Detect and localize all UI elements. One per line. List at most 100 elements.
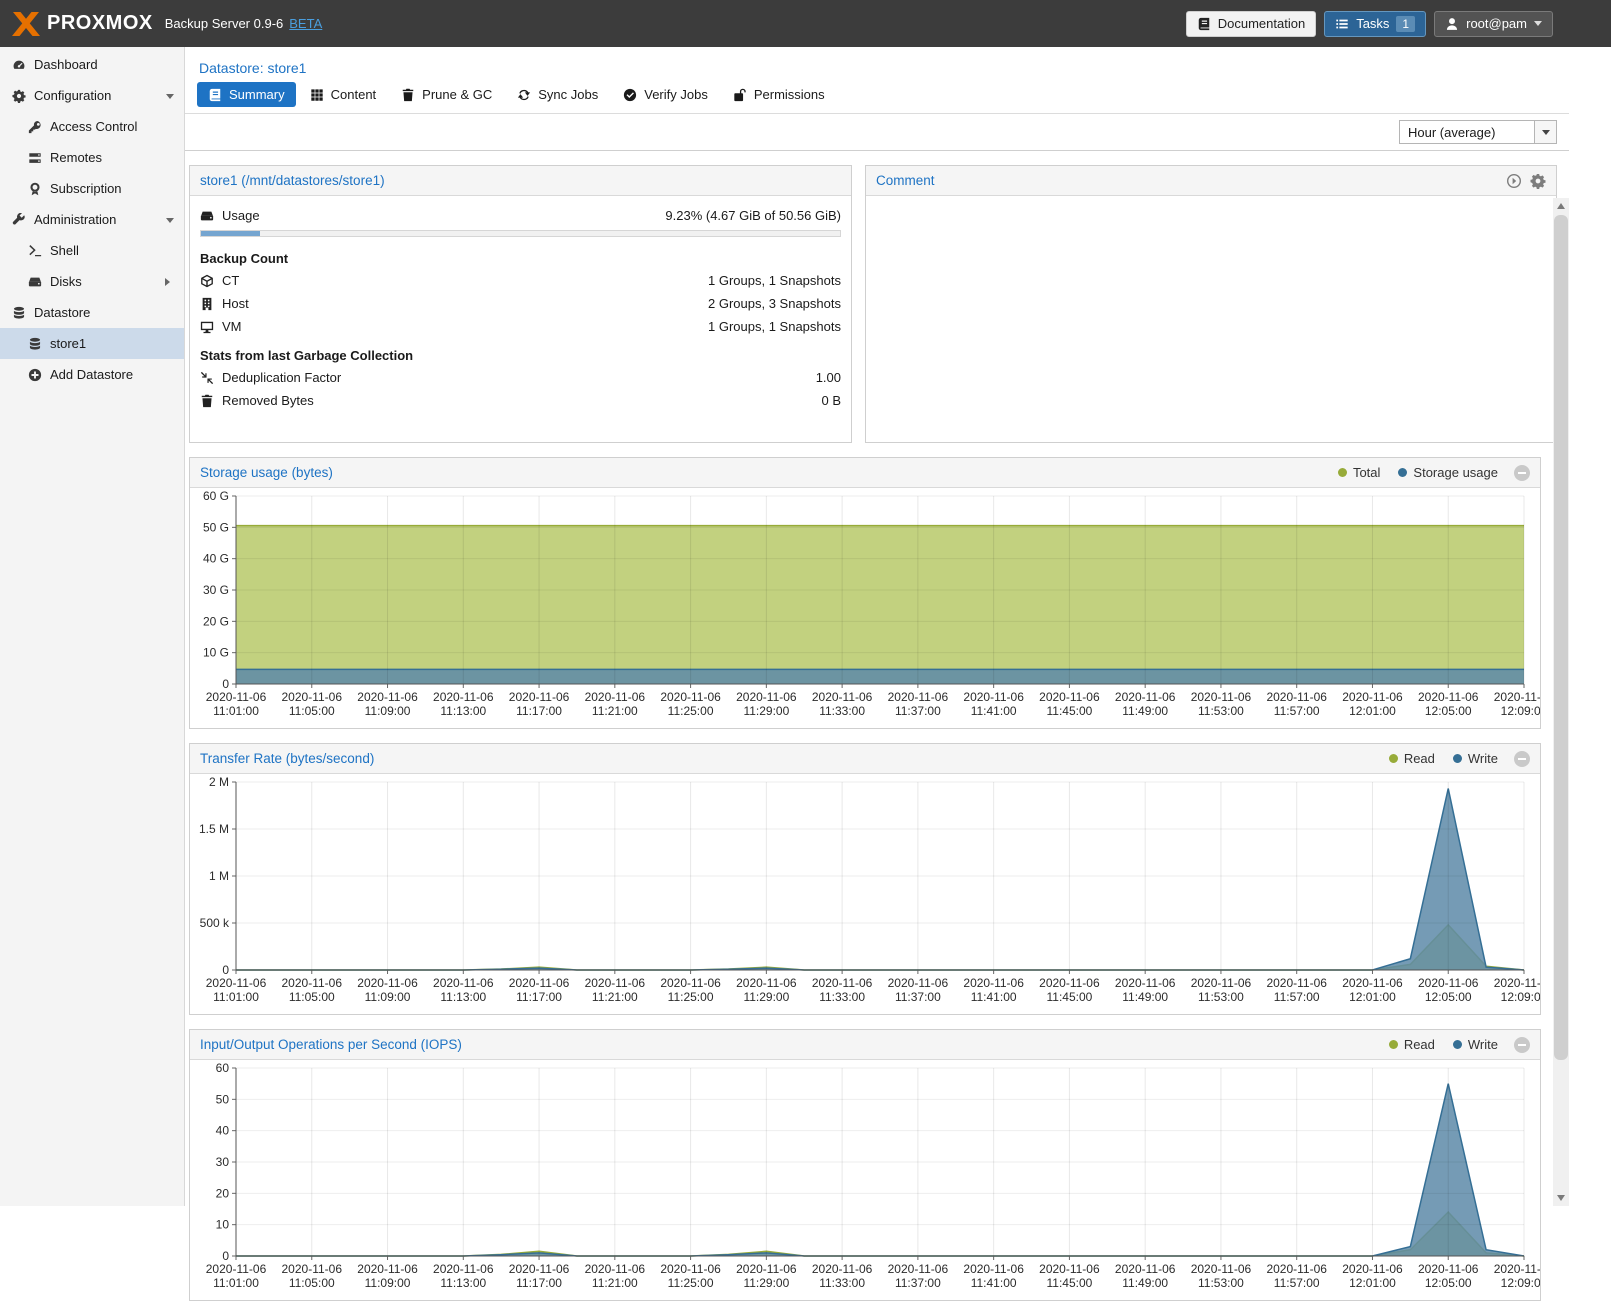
documentation-button[interactable]: Documentation bbox=[1186, 11, 1316, 37]
svg-text:2020-11-0611:45:00: 2020-11-0611:45:00 bbox=[1039, 976, 1100, 1004]
product-version: Backup Server 0.9-6 bbox=[165, 16, 284, 31]
sidebar-item-store1[interactable]: store1 bbox=[0, 328, 184, 359]
sidebar-item-administration[interactable]: Administration bbox=[0, 204, 184, 235]
svg-text:2020-11-0611:41:00: 2020-11-0611:41:00 bbox=[963, 690, 1024, 718]
tab-prune-gc[interactable]: Prune & GC bbox=[390, 82, 503, 107]
scroll-up-arrow-icon[interactable] bbox=[1553, 198, 1569, 214]
panel-title: Comment bbox=[876, 173, 935, 188]
panel-title: Input/Output Operations per Second (IOPS… bbox=[200, 1037, 462, 1052]
panel-title: Storage usage (bytes) bbox=[200, 465, 333, 480]
legend-dot bbox=[1389, 754, 1398, 763]
legend-write[interactable]: Write bbox=[1453, 1037, 1498, 1052]
summary-icon bbox=[208, 88, 222, 102]
count-row-host: Host 2 Groups, 3 Snapshots bbox=[190, 292, 851, 315]
svg-text:2020-11-0611:49:00: 2020-11-0611:49:00 bbox=[1115, 1262, 1176, 1290]
vertical-scrollbar[interactable] bbox=[1553, 198, 1569, 1206]
beta-link[interactable]: BETA bbox=[289, 16, 322, 31]
store-info-header: store1 (/mnt/datastores/store1) bbox=[190, 166, 851, 196]
svg-text:30 G: 30 G bbox=[203, 583, 229, 597]
sidebar-item-configuration[interactable]: Configuration bbox=[0, 80, 184, 111]
main-content: Datastore: store1 Summary Content Prune … bbox=[185, 47, 1611, 1206]
tab-sync-jobs[interactable]: Sync Jobs bbox=[506, 82, 609, 107]
svg-text:2020-11-0612:01:00: 2020-11-0612:01:00 bbox=[1342, 690, 1403, 718]
sidebar-item-access-control[interactable]: Access Control bbox=[0, 111, 184, 142]
task-list-icon bbox=[1335, 17, 1349, 31]
server-icon bbox=[28, 151, 42, 165]
svg-text:2020-11-0611:33:00: 2020-11-0611:33:00 bbox=[812, 690, 873, 718]
combo-trigger[interactable] bbox=[1534, 121, 1556, 143]
comment-panel: Comment bbox=[865, 165, 1557, 443]
sidebar: Dashboard Configuration Access Control R… bbox=[0, 47, 185, 1206]
svg-text:2020-11-0611:33:00: 2020-11-0611:33:00 bbox=[812, 1262, 873, 1290]
sidebar-item-disks[interactable]: Disks bbox=[0, 266, 184, 297]
transfer-rate-panel: Transfer Rate (bytes/second) Read Write bbox=[189, 743, 1541, 1015]
timeframe-select[interactable]: Hour (average) bbox=[1399, 120, 1557, 144]
dashboard-icon bbox=[12, 58, 26, 72]
gc-heading: Stats from last Garbage Collection bbox=[190, 338, 851, 366]
tab-permissions[interactable]: Permissions bbox=[722, 82, 836, 107]
scrollbar-thumb[interactable] bbox=[1554, 215, 1568, 1060]
svg-text:2020-11-0612:01:00: 2020-11-0612:01:00 bbox=[1342, 1262, 1403, 1290]
svg-text:2 M: 2 M bbox=[209, 775, 229, 789]
sidebar-item-datastore[interactable]: Datastore bbox=[0, 297, 184, 328]
svg-text:2020-11-0611:05:00: 2020-11-0611:05:00 bbox=[282, 690, 343, 718]
svg-text:2020-11-0611:45:00: 2020-11-0611:45:00 bbox=[1039, 690, 1100, 718]
circle-arrow-icon[interactable] bbox=[1506, 173, 1522, 189]
user-menu-button[interactable]: root@pam bbox=[1434, 11, 1553, 37]
svg-text:50 G: 50 G bbox=[203, 520, 229, 534]
chevron-down-icon[interactable] bbox=[166, 218, 174, 227]
collapse-icon[interactable] bbox=[1514, 1037, 1530, 1053]
gear-icon bbox=[12, 89, 26, 103]
svg-text:2020-11-0611:25:00: 2020-11-0611:25:00 bbox=[660, 1262, 721, 1290]
sidebar-item-shell[interactable]: Shell bbox=[0, 235, 184, 266]
summary-toolbar: Hour (average) bbox=[185, 113, 1569, 151]
svg-text:2020-11-0611:29:00: 2020-11-0611:29:00 bbox=[736, 1262, 797, 1290]
svg-text:2020-11-0612:09:00: 2020-11-0612:09:00 bbox=[1494, 976, 1540, 1004]
tab-summary[interactable]: Summary bbox=[197, 82, 296, 107]
sidebar-item-remotes[interactable]: Remotes bbox=[0, 142, 184, 173]
gc-row-removed: Removed Bytes 0 B bbox=[190, 389, 851, 412]
svg-text:0: 0 bbox=[222, 963, 229, 977]
svg-text:60 G: 60 G bbox=[203, 489, 229, 503]
trash-icon bbox=[200, 394, 214, 408]
count-row-ct: CT 1 Groups, 1 Snapshots bbox=[190, 269, 851, 292]
svg-text:2020-11-0611:29:00: 2020-11-0611:29:00 bbox=[736, 976, 797, 1004]
gear-icon[interactable] bbox=[1530, 173, 1546, 189]
tasks-button[interactable]: Tasks 1 bbox=[1324, 11, 1426, 37]
svg-text:2020-11-0611:33:00: 2020-11-0611:33:00 bbox=[812, 976, 873, 1004]
legend-storage-usage[interactable]: Storage usage bbox=[1398, 465, 1498, 480]
svg-text:2020-11-0611:01:00: 2020-11-0611:01:00 bbox=[206, 1262, 267, 1290]
book-icon bbox=[1197, 17, 1211, 31]
chevron-down-icon bbox=[1534, 21, 1542, 30]
legend-read[interactable]: Read bbox=[1389, 1037, 1435, 1052]
svg-text:2020-11-0611:09:00: 2020-11-0611:09:00 bbox=[357, 690, 418, 718]
panel-title: store1 (/mnt/datastores/store1) bbox=[200, 173, 385, 188]
svg-text:2020-11-0611:17:00: 2020-11-0611:17:00 bbox=[509, 1262, 570, 1290]
chevron-right-icon[interactable] bbox=[165, 278, 174, 286]
sidebar-item-add-datastore[interactable]: Add Datastore bbox=[0, 359, 184, 390]
scroll-down-arrow-icon[interactable] bbox=[1553, 1190, 1569, 1206]
svg-text:2020-11-0611:25:00: 2020-11-0611:25:00 bbox=[660, 690, 721, 718]
count-row-vm: VM 1 Groups, 1 Snapshots bbox=[190, 315, 851, 338]
tab-verify-jobs[interactable]: Verify Jobs bbox=[612, 82, 719, 107]
page-title: Datastore: store1 bbox=[185, 47, 1569, 82]
legend-total[interactable]: Total bbox=[1338, 465, 1380, 480]
svg-text:0: 0 bbox=[222, 1249, 229, 1263]
tab-content[interactable]: Content bbox=[299, 82, 388, 107]
lock-icon bbox=[733, 88, 747, 102]
svg-text:2020-11-0611:01:00: 2020-11-0611:01:00 bbox=[206, 690, 267, 718]
chevron-down-icon[interactable] bbox=[166, 94, 174, 103]
building-icon bbox=[200, 297, 214, 311]
svg-text:2020-11-0612:05:00: 2020-11-0612:05:00 bbox=[1418, 1262, 1479, 1290]
sidebar-item-dashboard[interactable]: Dashboard bbox=[0, 49, 184, 80]
sidebar-item-subscription[interactable]: Subscription bbox=[0, 173, 184, 204]
svg-text:2020-11-0612:05:00: 2020-11-0612:05:00 bbox=[1418, 976, 1479, 1004]
svg-text:2020-11-0611:17:00: 2020-11-0611:17:00 bbox=[509, 690, 570, 718]
svg-text:2020-11-0611:25:00: 2020-11-0611:25:00 bbox=[660, 976, 721, 1004]
collapse-icon[interactable] bbox=[1514, 751, 1530, 767]
gc-row-dedup: Deduplication Factor 1.00 bbox=[190, 366, 851, 389]
collapse-icon[interactable] bbox=[1514, 465, 1530, 481]
legend-read[interactable]: Read bbox=[1389, 751, 1435, 766]
transfer-rate-header: Transfer Rate (bytes/second) Read Write bbox=[190, 744, 1540, 774]
legend-write[interactable]: Write bbox=[1453, 751, 1498, 766]
